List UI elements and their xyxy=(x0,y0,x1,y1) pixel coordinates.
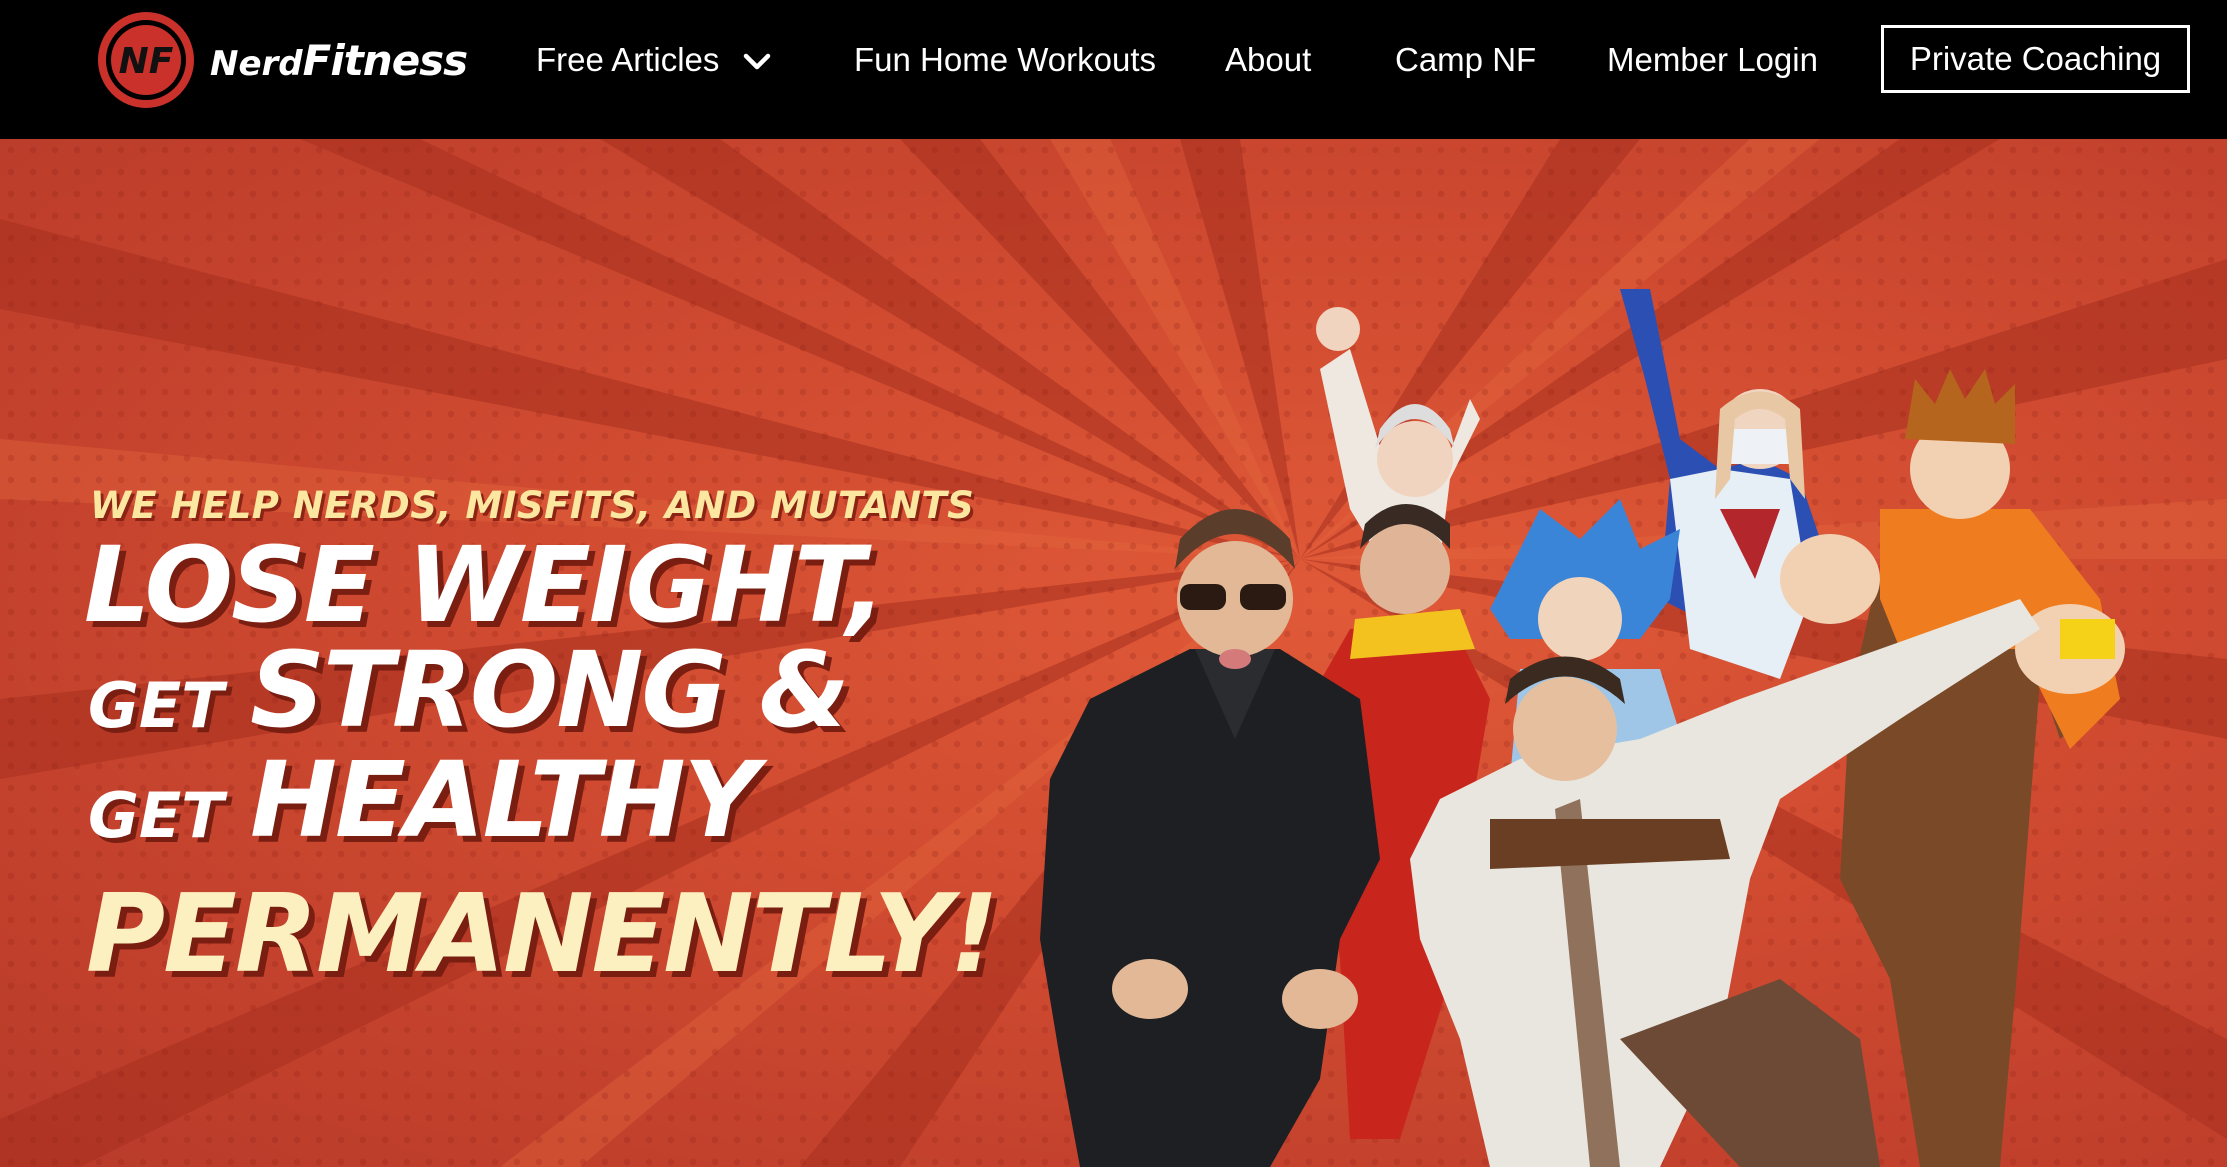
person-black-suit xyxy=(1040,509,1380,1167)
headline-permanently: PERMANENTLY! xyxy=(86,872,999,997)
chevron-down-icon[interactable] xyxy=(743,41,771,79)
site-logo[interactable]: NF NerdFitness xyxy=(96,10,469,110)
hero-tagline: WE HELP NERDS, MISFITS, AND MUTANTS xyxy=(90,484,975,527)
top-navbar: NF NerdFitness Free Articles Fun Home Wo… xyxy=(0,0,2227,139)
nav-free-articles[interactable]: Free Articles xyxy=(536,36,771,84)
headline-strong: STRONG & xyxy=(250,629,850,751)
nf-logo-icon: NF xyxy=(98,12,194,108)
headline-get-1: GET xyxy=(88,669,224,742)
costumed-group-photo xyxy=(1040,289,2125,1167)
nav-free-articles-label: Free Articles xyxy=(536,41,720,78)
hero-section: WE HELP NERDS, MISFITS, AND MUTANTS LOSE… xyxy=(0,139,2227,1167)
private-coaching-button[interactable]: Private Coaching xyxy=(1881,25,2190,93)
logo-text-nerd: Nerd xyxy=(210,43,303,84)
nav-camp-nf[interactable]: Camp NF xyxy=(1395,36,1536,84)
logo-mark: NF xyxy=(119,41,174,82)
headline-get-2: GET xyxy=(88,779,224,852)
headline-lose-weight: LOSE WEIGHT, xyxy=(84,524,886,646)
nav-about[interactable]: About xyxy=(1225,36,1311,84)
logo-wordmark: NerdFitness xyxy=(210,35,469,85)
logo-text-fitness: Fitness xyxy=(302,35,469,85)
nav-fun-home-workouts[interactable]: Fun Home Workouts xyxy=(854,36,1156,84)
nav-member-login[interactable]: Member Login xyxy=(1607,36,1818,84)
headline-healthy: HEALTHY xyxy=(250,739,759,861)
